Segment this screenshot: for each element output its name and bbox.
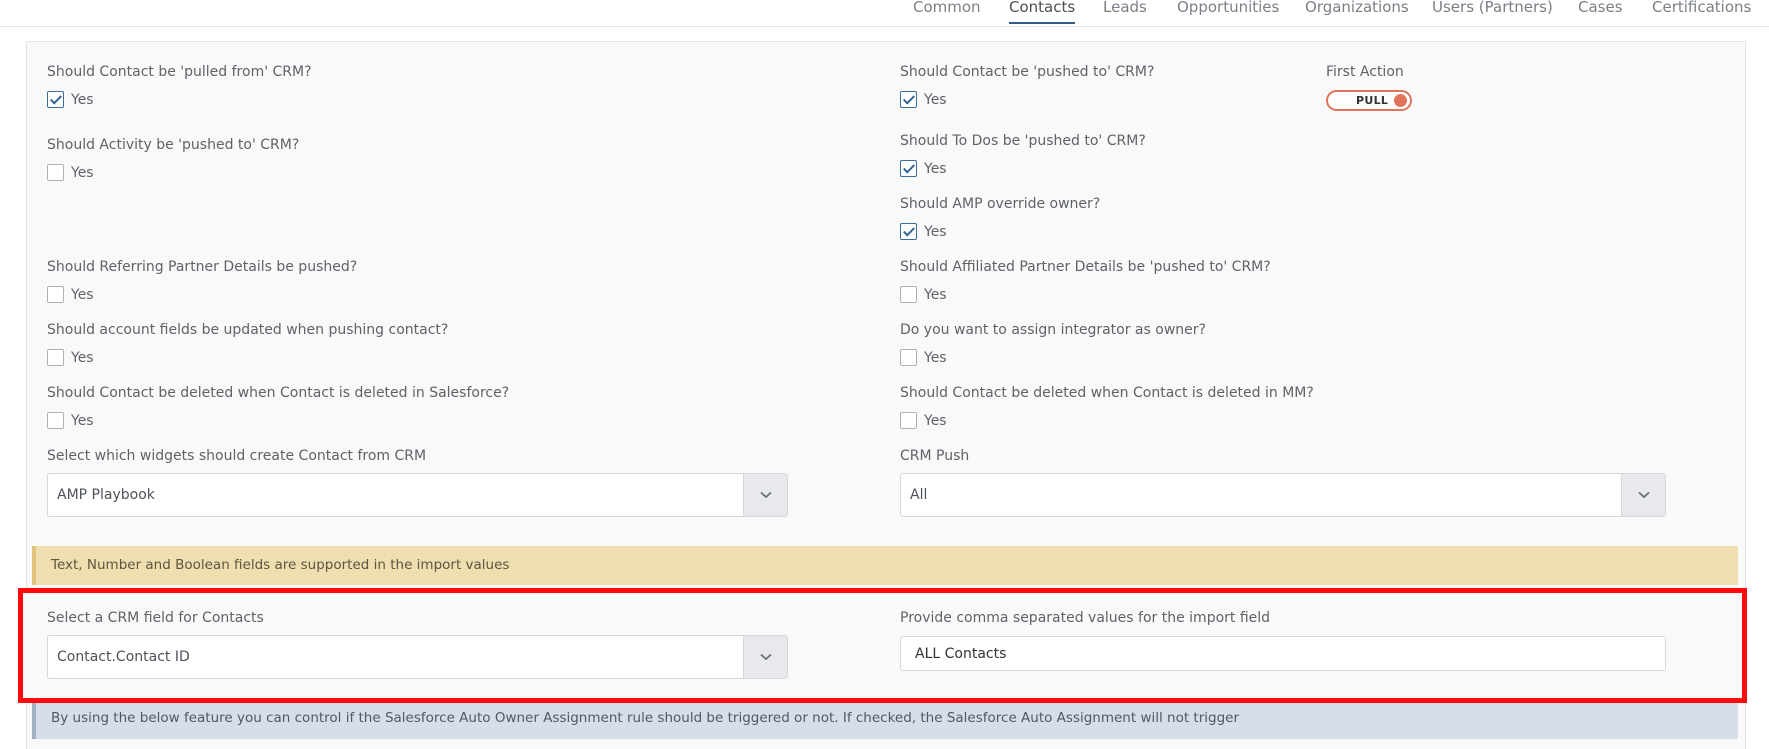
checkbox-option-label: Yes: [71, 349, 94, 366]
checkbox-box[interactable]: [47, 349, 64, 366]
checkbox-option-label: Yes: [924, 160, 947, 177]
toggle-knob: [1394, 94, 1407, 107]
tab-organizations[interactable]: Organizations: [1305, 0, 1409, 16]
checkbox-option-label: Yes: [924, 412, 947, 429]
pulled-from-label: Should Contact be 'pulled from' CRM?: [47, 64, 312, 80]
crm-push-select[interactable]: All: [900, 473, 1666, 517]
referring-partner-label: Should Referring Partner Details be push…: [47, 259, 358, 275]
integrator-owner-checkbox[interactable]: Yes: [900, 349, 947, 366]
tab-cases[interactable]: Cases: [1578, 0, 1623, 16]
widgets-select-value: AMP Playbook: [57, 487, 155, 503]
todos-pushed-checkbox[interactable]: Yes: [900, 160, 947, 177]
tab-certifications[interactable]: Certifications: [1652, 0, 1751, 16]
checkbox-box[interactable]: [47, 164, 64, 181]
todos-pushed-label: Should To Dos be 'pushed to' CRM?: [900, 133, 1146, 149]
deleted-salesforce-label: Should Contact be deleted when Contact i…: [47, 385, 510, 401]
checkbox-option-label: Yes: [71, 164, 94, 181]
checkbox-option-label: Yes: [924, 223, 947, 240]
affiliated-partner-checkbox[interactable]: Yes: [900, 286, 947, 303]
checkbox-box[interactable]: [47, 91, 64, 108]
deleted-mm-label: Should Contact be deleted when Contact i…: [900, 385, 1314, 401]
pushed-to-checkbox[interactable]: Yes: [900, 91, 947, 108]
checkbox-option-label: Yes: [924, 91, 947, 108]
crm-push-select-value: All: [910, 487, 928, 503]
account-fields-label: Should account fields be updated when pu…: [47, 322, 449, 338]
checkbox-box[interactable]: [900, 223, 917, 240]
first-action-toggle[interactable]: PULL: [1326, 90, 1412, 111]
checkbox-box[interactable]: [900, 349, 917, 366]
checkbox-option-label: Yes: [924, 349, 947, 366]
crm-field-label: Select a CRM field for Contacts: [47, 610, 264, 626]
deleted-salesforce-checkbox[interactable]: Yes: [47, 412, 94, 429]
pulled-from-checkbox[interactable]: Yes: [47, 91, 94, 108]
pushed-to-label: Should Contact be 'pushed to' CRM?: [900, 64, 1155, 80]
import-values-notice: Text, Number and Boolean fields are supp…: [32, 546, 1738, 585]
checkbox-box[interactable]: [900, 286, 917, 303]
auto-assignment-notice: By using the below feature you can contr…: [32, 703, 1738, 739]
tab-leads[interactable]: Leads: [1103, 0, 1147, 16]
checkbox-box[interactable]: [900, 160, 917, 177]
checkbox-option-label: Yes: [71, 286, 94, 303]
crm-field-select-value: Contact.Contact ID: [57, 649, 190, 665]
chevron-down-icon[interactable]: [743, 636, 787, 678]
activity-pushed-label: Should Activity be 'pushed to' CRM?: [47, 137, 300, 153]
widgets-select-label: Select which widgets should create Conta…: [47, 448, 427, 464]
checkbox-option-label: Yes: [924, 286, 947, 303]
widgets-select[interactable]: AMP Playbook: [47, 473, 788, 517]
amp-override-checkbox[interactable]: Yes: [900, 223, 947, 240]
crm-field-select[interactable]: Contact.Contact ID: [47, 635, 788, 679]
tab-common[interactable]: Common: [913, 0, 981, 16]
checkbox-option-label: Yes: [71, 412, 94, 429]
chevron-down-icon[interactable]: [1621, 474, 1665, 516]
activity-pushed-checkbox[interactable]: Yes: [47, 164, 94, 181]
checkbox-box[interactable]: [47, 412, 64, 429]
integrator-owner-label: Do you want to assign integrator as owne…: [900, 322, 1206, 338]
checkbox-box[interactable]: [900, 412, 917, 429]
tab-contacts[interactable]: Contacts: [1009, 0, 1076, 24]
chevron-down-icon[interactable]: [743, 474, 787, 516]
crm-push-label: CRM Push: [900, 448, 970, 464]
checkbox-option-label: Yes: [71, 91, 94, 108]
checkbox-box[interactable]: [47, 286, 64, 303]
deleted-mm-checkbox[interactable]: Yes: [900, 412, 947, 429]
import-values-label: Provide comma separated values for the i…: [900, 610, 1271, 626]
checkbox-box[interactable]: [900, 91, 917, 108]
import-values-input[interactable]: [900, 636, 1666, 671]
tab-users-partners[interactable]: Users (Partners): [1432, 0, 1553, 16]
referring-partner-checkbox[interactable]: Yes: [47, 286, 94, 303]
first-action-label: First Action: [1326, 64, 1404, 80]
settings-tabs: Common Contacts Leads Opportunities Orga…: [0, 0, 1769, 27]
amp-override-label: Should AMP override owner?: [900, 196, 1101, 212]
tab-opportunities[interactable]: Opportunities: [1177, 0, 1279, 16]
affiliated-partner-label: Should Affiliated Partner Details be 'pu…: [900, 259, 1271, 275]
first-action-value: PULL: [1356, 94, 1389, 107]
account-fields-checkbox[interactable]: Yes: [47, 349, 94, 366]
